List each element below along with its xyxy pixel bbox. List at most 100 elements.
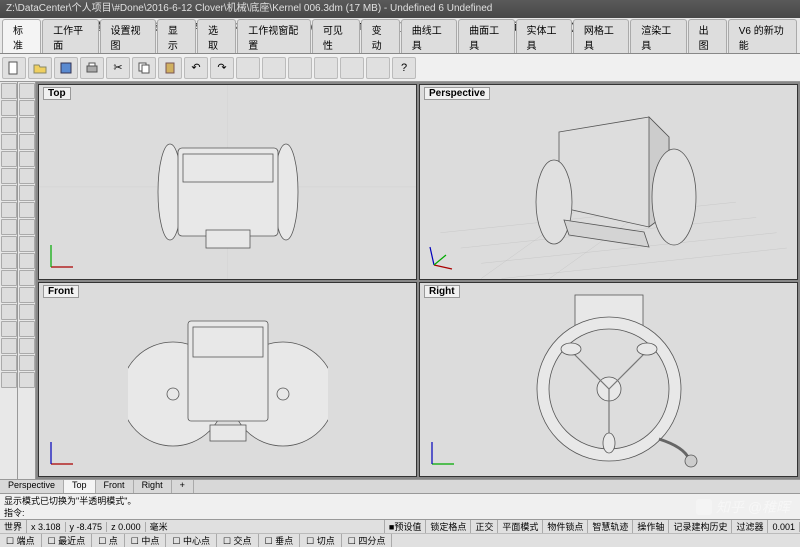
curve-icon[interactable]	[1, 202, 17, 218]
viewport-tabs[interactable]: Perspective Top Front Right +	[0, 479, 800, 493]
new-file-icon[interactable]	[2, 57, 26, 79]
open-file-icon[interactable]	[28, 57, 52, 79]
group-icon[interactable]	[236, 57, 260, 79]
tab-setview[interactable]: 设置视图	[100, 19, 156, 53]
tab-curvetools[interactable]: 曲线工具	[401, 19, 457, 53]
status-world[interactable]: 世界	[0, 520, 27, 533]
mirror-icon[interactable]	[19, 253, 35, 269]
tab-drafting[interactable]: 出图	[688, 19, 727, 53]
polyline2-icon[interactable]	[19, 117, 35, 133]
vtab-perspective[interactable]: Perspective	[0, 480, 64, 493]
join-icon[interactable]	[1, 321, 17, 337]
help-icon[interactable]: ?	[392, 57, 416, 79]
tab-rendertools[interactable]: 渲染工具	[630, 19, 686, 53]
toolbar-tab-strip[interactable]: 标准 工作平面 设置视图 显示 选取 工作视窗配置 可见性 变动 曲线工具 曲面…	[0, 34, 800, 54]
viewport-persp-title[interactable]: Perspective	[424, 87, 490, 100]
tab-visibility[interactable]: 可见性	[312, 19, 360, 53]
status-gumball[interactable]: 操作轴	[633, 520, 669, 533]
render-icon[interactable]	[314, 57, 338, 79]
vtab-right[interactable]: Right	[134, 480, 172, 493]
solid-icon[interactable]	[19, 202, 35, 218]
redo-icon[interactable]: ↷	[210, 57, 234, 79]
viewport-perspective[interactable]: Perspective	[419, 84, 798, 280]
viewport-right[interactable]: Right	[419, 282, 798, 478]
offset-icon[interactable]	[19, 321, 35, 337]
scale-icon[interactable]	[1, 270, 17, 286]
arc-icon[interactable]	[1, 185, 17, 201]
pointer-icon[interactable]	[1, 83, 17, 99]
split-icon[interactable]	[1, 304, 17, 320]
record2-icon[interactable]	[19, 372, 35, 388]
osnap-tan[interactable]: 切点	[300, 534, 342, 547]
osnap-end[interactable]: 端点	[0, 534, 42, 547]
rotate-icon[interactable]	[1, 253, 17, 269]
osnap-quad[interactable]: 四分点	[342, 534, 393, 547]
tab-viewport[interactable]: 工作视窗配置	[237, 19, 311, 53]
osnap-perp[interactable]: 垂点	[259, 534, 301, 547]
tab-standard[interactable]: 标准	[2, 19, 41, 53]
options-icon[interactable]	[366, 57, 390, 79]
shade-icon[interactable]	[340, 57, 364, 79]
viewport-front-title[interactable]: Front	[43, 285, 79, 298]
osnap-int[interactable]: 交点	[217, 534, 259, 547]
viewport-top[interactable]: Top	[38, 84, 417, 280]
copy2-icon[interactable]	[19, 236, 35, 252]
copy-icon[interactable]	[132, 57, 156, 79]
properties-icon[interactable]	[288, 57, 312, 79]
fillet-icon[interactable]	[19, 287, 35, 303]
status-ortho[interactable]: 正交	[471, 520, 498, 533]
circle-icon[interactable]	[1, 168, 17, 184]
command-area[interactable]: 显示模式已切换为"半透明模式"。 指令:	[0, 493, 800, 519]
tab-cplane[interactable]: 工作平面	[42, 19, 98, 53]
text-icon[interactable]	[1, 219, 17, 235]
tab-surftools[interactable]: 曲面工具	[458, 19, 514, 53]
tab-select[interactable]: 选取	[197, 19, 236, 53]
array-icon[interactable]	[19, 270, 35, 286]
tab-v6new[interactable]: V6 的新功能	[728, 19, 797, 53]
viewport-top-title[interactable]: Top	[43, 87, 71, 100]
pts-icon[interactable]	[19, 100, 35, 116]
trim-icon[interactable]	[1, 287, 17, 303]
status-filter[interactable]: 过滤器	[732, 520, 768, 533]
point-icon[interactable]	[1, 100, 17, 116]
viewport-right-title[interactable]: Right	[424, 285, 460, 298]
save-icon[interactable]	[54, 57, 78, 79]
status-osnap[interactable]: 物件锁点	[543, 520, 588, 533]
loft-icon[interactable]	[19, 338, 35, 354]
tab-display[interactable]: 显示	[157, 19, 196, 53]
sweep-icon[interactable]	[19, 355, 35, 371]
freeform-icon[interactable]	[19, 168, 35, 184]
status-planar[interactable]: 平面模式	[498, 520, 543, 533]
tab-meshtools[interactable]: 网格工具	[573, 19, 629, 53]
tab-transform2[interactable]: 变动	[361, 19, 400, 53]
tab-solidtools[interactable]: 实体工具	[516, 19, 572, 53]
print-icon[interactable]	[80, 57, 104, 79]
layers-icon[interactable]	[262, 57, 286, 79]
vtab-add[interactable]: +	[172, 480, 194, 493]
status-smarttrack[interactable]: 智慧轨迹	[588, 520, 633, 533]
polygon-icon[interactable]	[19, 134, 35, 150]
mesh-icon[interactable]	[19, 219, 35, 235]
move-icon[interactable]	[1, 236, 17, 252]
chamfer-icon[interactable]	[19, 304, 35, 320]
lasso-icon[interactable]	[19, 83, 35, 99]
line-icon[interactable]	[1, 117, 17, 133]
command-prompt[interactable]: 指令:	[4, 507, 796, 519]
ellipse-icon[interactable]	[19, 151, 35, 167]
record-icon[interactable]	[1, 372, 17, 388]
cut-icon[interactable]: ✂	[106, 57, 130, 79]
polyline-icon[interactable]	[1, 134, 17, 150]
status-record[interactable]: 记录建构历史	[669, 520, 732, 533]
rect-icon[interactable]	[1, 151, 17, 167]
osnap-center[interactable]: 中心点	[166, 534, 217, 547]
osnap-near[interactable]: 最近点	[42, 534, 93, 547]
explode-icon[interactable]	[1, 338, 17, 354]
vtab-top[interactable]: Top	[64, 480, 96, 493]
osnap-point[interactable]: 点	[92, 534, 125, 547]
status-default[interactable]: ■预设值	[385, 520, 426, 533]
osnap-mid[interactable]: 中点	[125, 534, 167, 547]
status-gridsnap[interactable]: 锁定格点	[426, 520, 471, 533]
surface-icon[interactable]	[19, 185, 35, 201]
paste-icon[interactable]	[158, 57, 182, 79]
extrude-icon[interactable]	[1, 355, 17, 371]
